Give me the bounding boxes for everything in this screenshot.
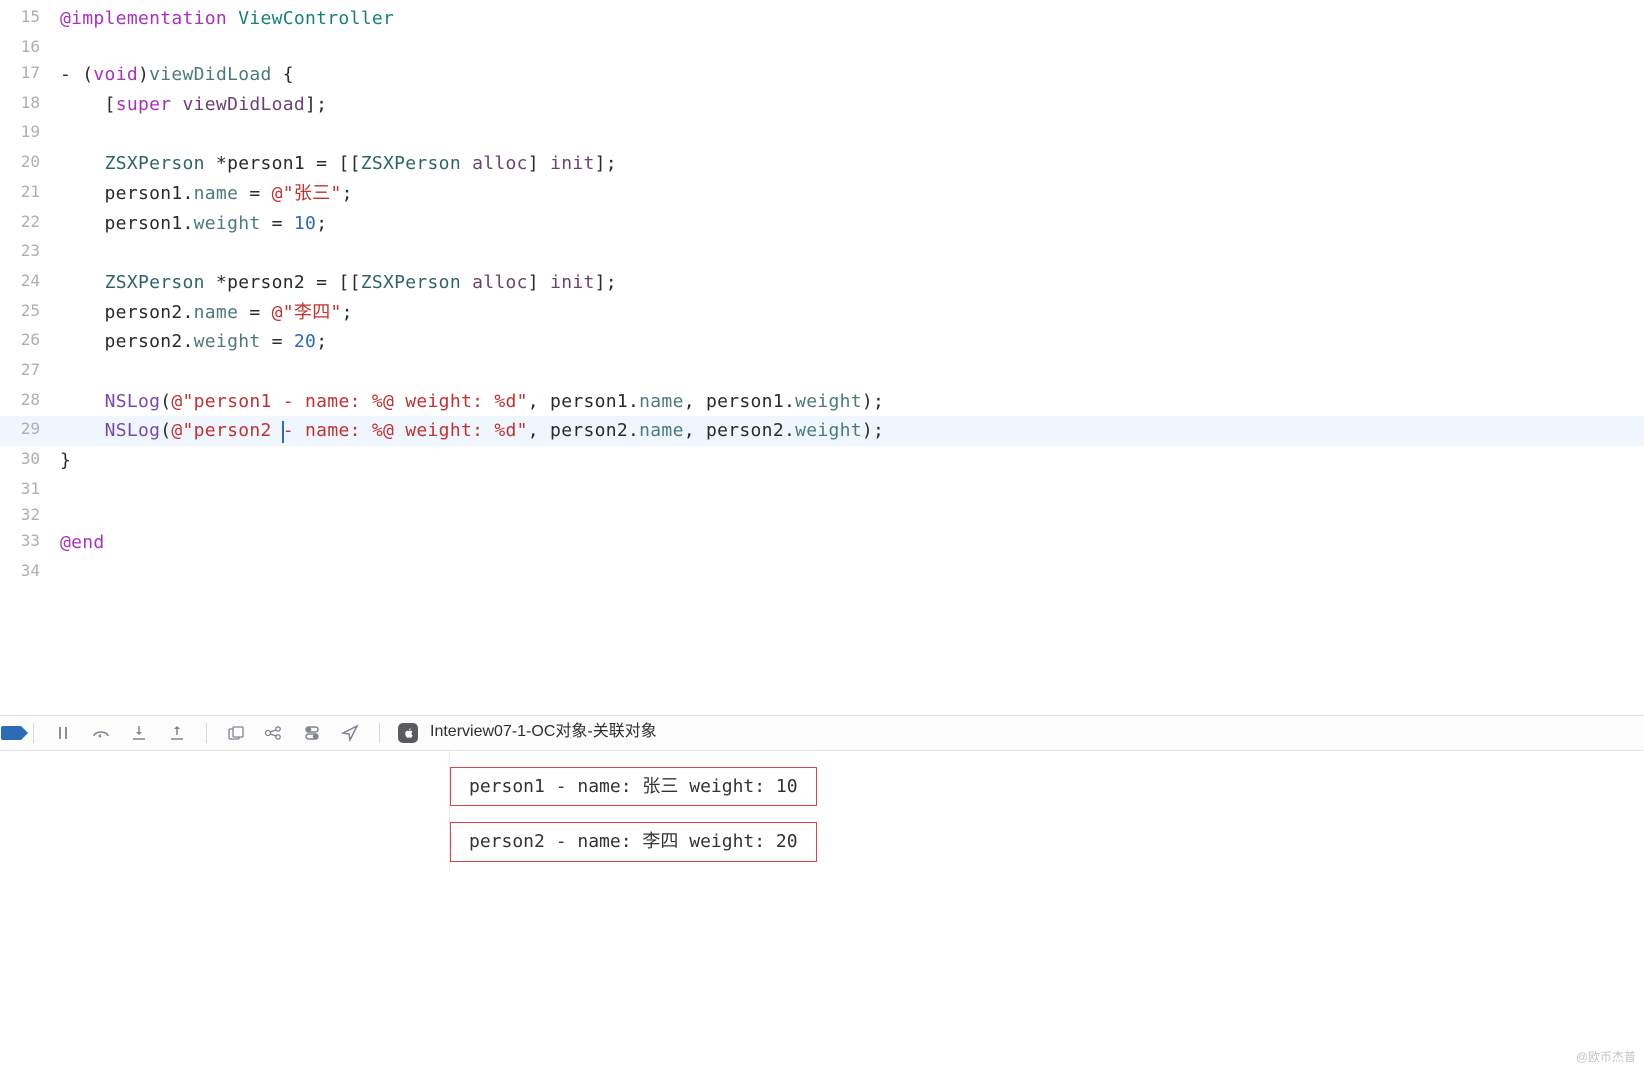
line-number[interactable]: 22 — [0, 209, 60, 239]
line-number[interactable]: 25 — [0, 298, 60, 328]
line-number[interactable]: 32 — [0, 502, 60, 528]
app-badge-icon — [398, 723, 418, 743]
code-content[interactable]: ZSXPerson *person1 = [[ZSXPerson alloc] … — [60, 149, 1644, 179]
code-line[interactable]: 34 — [0, 558, 1644, 584]
line-number[interactable]: 26 — [0, 327, 60, 357]
code-line[interactable]: 30} — [0, 446, 1644, 476]
environment-overrides-icon[interactable] — [301, 722, 323, 744]
watermark: @欧币杰普 — [1576, 1048, 1636, 1068]
line-number[interactable]: 33 — [0, 528, 60, 558]
code-content[interactable]: } — [60, 446, 1644, 476]
console-line[interactable]: person2 - name: 李四 weight: 20 — [450, 822, 817, 862]
code-line[interactable]: 26 person2.weight = 20; — [0, 327, 1644, 357]
code-content[interactable] — [60, 34, 1644, 60]
code-content[interactable]: ZSXPerson *person2 = [[ZSXPerson alloc] … — [60, 268, 1644, 298]
code-line[interactable]: 33@end — [0, 528, 1644, 558]
line-number[interactable]: 16 — [0, 34, 60, 60]
step-out-icon[interactable] — [166, 722, 188, 744]
separator — [206, 723, 207, 743]
console-line[interactable]: person1 - name: 张三 weight: 10 — [450, 767, 817, 807]
code-line[interactable]: 20 ZSXPerson *person1 = [[ZSXPerson allo… — [0, 149, 1644, 179]
code-line[interactable]: 23 — [0, 238, 1644, 268]
console-output[interactable]: person1 - name: 张三 weight: 10 person2 - n… — [450, 751, 1644, 878]
line-number[interactable]: 20 — [0, 149, 60, 179]
line-number[interactable]: 34 — [0, 558, 60, 584]
code-content[interactable] — [60, 558, 1644, 584]
line-number[interactable]: 24 — [0, 268, 60, 298]
separator — [379, 723, 380, 743]
line-number[interactable]: 28 — [0, 387, 60, 417]
code-line[interactable]: 29 NSLog(@"person2 - name: %@ weight: %d… — [0, 416, 1644, 446]
debug-toolbar: Interview07-1-OC对象-关联对象 — [0, 715, 1644, 751]
code-content[interactable] — [60, 119, 1644, 149]
debug-target-name[interactable]: Interview07-1-OC对象-关联对象 — [430, 719, 657, 745]
code-content[interactable]: NSLog(@"person2 - name: %@ weight: %d", … — [60, 416, 1644, 446]
code-content[interactable]: [super viewDidLoad]; — [60, 90, 1644, 120]
code-line[interactable]: 15@implementation ViewController — [0, 4, 1644, 34]
line-number[interactable]: 17 — [0, 60, 60, 90]
line-number[interactable]: 31 — [0, 476, 60, 502]
code-content[interactable]: person1.weight = 10; — [60, 209, 1644, 239]
line-number[interactable]: 30 — [0, 446, 60, 476]
code-content[interactable] — [60, 357, 1644, 387]
code-line[interactable]: 21 person1.name = @"张三"; — [0, 179, 1644, 209]
code-line[interactable]: 22 person1.weight = 10; — [0, 209, 1644, 239]
code-line[interactable]: 19 — [0, 119, 1644, 149]
code-line[interactable]: 31 — [0, 476, 1644, 502]
code-content[interactable]: @end — [60, 528, 1644, 558]
code-content[interactable]: @implementation ViewController — [60, 4, 1644, 34]
code-editor[interactable]: 15@implementation ViewController1617- (v… — [0, 0, 1644, 585]
code-line[interactable]: 27 — [0, 357, 1644, 387]
step-over-icon[interactable] — [90, 722, 112, 744]
code-line[interactable]: 28 NSLog(@"person1 - name: %@ weight: %d… — [0, 387, 1644, 417]
line-number[interactable]: 21 — [0, 179, 60, 209]
console-gutter — [0, 751, 450, 871]
code-content[interactable]: person2.name = @"李四"; — [60, 298, 1644, 328]
text-cursor — [282, 421, 284, 443]
location-icon[interactable] — [339, 722, 361, 744]
separator — [33, 723, 34, 743]
pause-icon[interactable] — [52, 722, 74, 744]
breakpoint-indicator-icon[interactable] — [1, 726, 21, 740]
code-content[interactable] — [60, 476, 1644, 502]
line-number[interactable]: 27 — [0, 357, 60, 387]
line-number[interactable]: 19 — [0, 119, 60, 149]
code-content[interactable] — [60, 502, 1644, 528]
line-number[interactable]: 23 — [0, 238, 60, 268]
line-number[interactable]: 29 — [0, 416, 60, 446]
code-content[interactable] — [60, 238, 1644, 268]
view-debugger-icon[interactable] — [225, 722, 247, 744]
code-content[interactable]: person1.name = @"张三"; — [60, 179, 1644, 209]
step-into-icon[interactable] — [128, 722, 150, 744]
code-line[interactable]: 32 — [0, 502, 1644, 528]
memory-graph-icon[interactable] — [263, 722, 285, 744]
line-number[interactable]: 18 — [0, 90, 60, 120]
code-line[interactable]: 24 ZSXPerson *person2 = [[ZSXPerson allo… — [0, 268, 1644, 298]
code-content[interactable]: - (void)viewDidLoad { — [60, 60, 1644, 90]
code-line[interactable]: 18 [super viewDidLoad]; — [0, 90, 1644, 120]
line-number[interactable]: 15 — [0, 4, 60, 34]
code-line[interactable]: 17- (void)viewDidLoad { — [0, 60, 1644, 90]
code-content[interactable]: person2.weight = 20; — [60, 327, 1644, 357]
code-content[interactable]: NSLog(@"person1 - name: %@ weight: %d", … — [60, 387, 1644, 417]
code-line[interactable]: 25 person2.name = @"李四"; — [0, 298, 1644, 328]
code-line[interactable]: 16 — [0, 34, 1644, 60]
